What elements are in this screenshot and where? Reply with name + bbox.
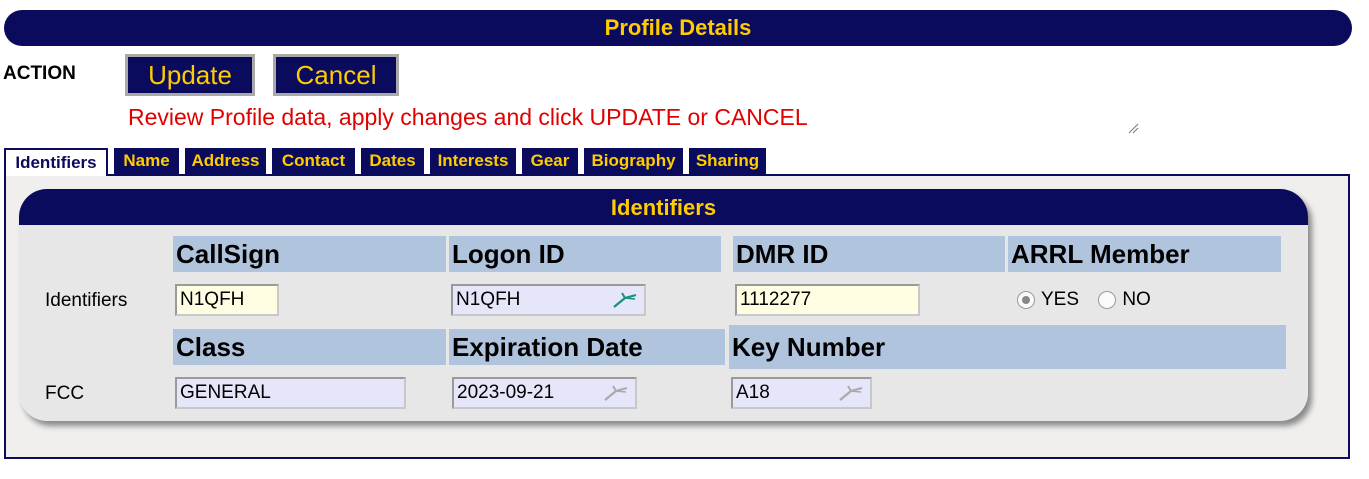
- logon-id-header: Logon ID: [449, 236, 721, 272]
- arrl-yes-label: YES: [1041, 289, 1080, 310]
- class-input[interactable]: [175, 377, 406, 409]
- tab-dates[interactable]: Dates: [361, 148, 424, 174]
- arrl-no-label: NO: [1122, 289, 1151, 310]
- pencil-icon[interactable]: [837, 383, 865, 403]
- tab-interests[interactable]: Interests: [430, 148, 516, 174]
- expiration-date-header: Expiration Date: [449, 329, 725, 365]
- key-number-field: [731, 377, 872, 409]
- class-header: Class: [173, 329, 446, 365]
- tab-address[interactable]: Address: [185, 148, 266, 174]
- tab-name[interactable]: Name: [114, 148, 179, 174]
- instruction-message: Review Profile data, apply changes and c…: [128, 104, 808, 130]
- arrl-no-radio[interactable]: [1098, 291, 1117, 309]
- tab-contact[interactable]: Contact: [272, 148, 355, 174]
- key-number-header: Key Number: [729, 325, 1286, 369]
- identifiers-row-label: Identifiers: [45, 290, 128, 311]
- dmr-id-input[interactable]: [735, 284, 920, 316]
- tab-identifiers[interactable]: Identifiers: [4, 148, 108, 176]
- pencil-icon[interactable]: [602, 383, 630, 403]
- tab-sharing[interactable]: Sharing: [689, 148, 766, 174]
- tab-gear[interactable]: Gear: [522, 148, 578, 174]
- arrl-member-radio-group: YES NO: [1017, 289, 1165, 311]
- resize-grip-icon[interactable]: [1127, 122, 1139, 134]
- fcc-row-label: FCC: [45, 383, 85, 404]
- page-title: Profile Details: [4, 10, 1352, 46]
- arrl-yes-radio[interactable]: [1017, 291, 1035, 309]
- callsign-header: CallSign: [173, 236, 446, 272]
- action-label: ACTION: [3, 63, 76, 84]
- logon-id-field: [451, 284, 646, 316]
- dmr-id-header: DMR ID: [733, 236, 1005, 272]
- arrl-member-header: ARRL Member: [1008, 236, 1281, 272]
- pencil-icon[interactable]: [611, 290, 639, 310]
- cancel-button[interactable]: Cancel: [273, 54, 399, 96]
- section-title: Identifiers: [19, 189, 1308, 225]
- update-button[interactable]: Update: [125, 54, 255, 96]
- expiration-date-field: [452, 377, 637, 409]
- tab-biography[interactable]: Biography: [584, 148, 683, 174]
- callsign-input[interactable]: [175, 284, 279, 316]
